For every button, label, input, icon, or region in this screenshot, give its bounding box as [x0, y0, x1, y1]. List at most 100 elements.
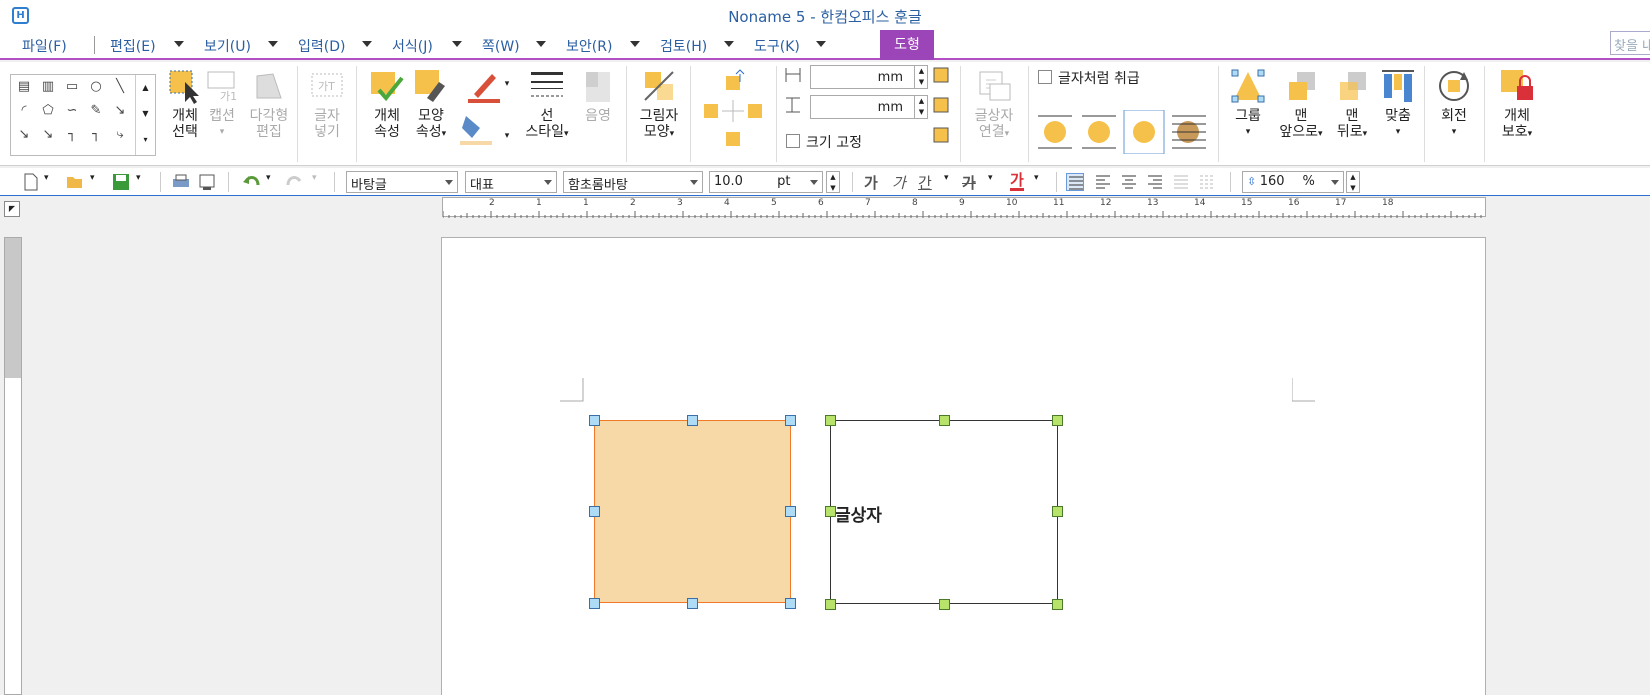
new-document-icon[interactable]	[22, 173, 40, 191]
protect-object-button[interactable]: 개체 보호▾	[1492, 68, 1542, 142]
align-left-icon[interactable]	[1094, 173, 1112, 191]
connector-elbow-icon[interactable]: ┐	[61, 125, 83, 145]
resize-handle[interactable]	[589, 415, 600, 426]
resize-handle[interactable]	[785, 598, 796, 609]
fill-color-dropdown[interactable]: ▾	[500, 126, 514, 144]
rectangle-shape[interactable]	[594, 420, 791, 603]
font-color-button[interactable]: 가	[1010, 172, 1024, 191]
resize-handle[interactable]	[825, 506, 836, 517]
connector-curve-icon[interactable]: ⤷	[109, 125, 131, 145]
zoom-spinner[interactable]: ▲ ▼	[1346, 171, 1360, 193]
redo-icon[interactable]	[286, 173, 304, 191]
rectangle-shape-icon[interactable]: ▭	[61, 77, 83, 97]
print-preview-icon[interactable]	[198, 173, 216, 191]
arc-shape-icon[interactable]: ◜	[13, 101, 35, 121]
language-select[interactable]: 대표	[465, 171, 557, 193]
menu-tools[interactable]: 도구(K)	[754, 36, 800, 56]
menu-format[interactable]: 서식(J)	[392, 36, 433, 56]
polygon-edit-button[interactable]: 다각형 편집	[246, 68, 292, 140]
line-style-button[interactable]: 선 스타일▾	[520, 68, 574, 142]
undo-icon[interactable]	[242, 173, 260, 191]
align-center-icon[interactable]	[1120, 173, 1138, 191]
find-input[interactable]: 찾을 내	[1610, 31, 1650, 55]
text-insert-button[interactable]: 가T 글자 넣기	[304, 68, 350, 140]
ellipse-shape-icon[interactable]: ○	[85, 77, 107, 97]
textbox-shape-icon[interactable]: ▤	[13, 77, 35, 97]
shape-props-button[interactable]: 모양 속성▾	[408, 68, 454, 142]
document-page[interactable]: 글상자	[441, 237, 1486, 695]
chevron-down-icon[interactable]	[174, 41, 184, 47]
height-input[interactable]: mm	[810, 95, 928, 119]
chevron-down-icon[interactable]: ▾	[988, 173, 998, 191]
connector-shape-icon[interactable]: ↘	[109, 101, 131, 121]
menu-insert[interactable]: 입력(D)	[298, 36, 345, 56]
save-icon[interactable]	[112, 173, 130, 191]
resize-handle[interactable]	[939, 415, 950, 426]
chevron-down-icon[interactable]	[630, 41, 640, 47]
curve-shape-icon[interactable]: ∽	[61, 101, 83, 121]
align-button[interactable]: 맞춤 ▾	[1378, 68, 1418, 140]
resize-handle[interactable]	[1052, 415, 1063, 426]
arrange-position-icon[interactable]	[696, 68, 772, 158]
menu-review[interactable]: 검토(H)	[660, 36, 707, 56]
resize-handle[interactable]	[1052, 506, 1063, 517]
menu-shape-tab[interactable]: 도형	[880, 30, 934, 60]
chevron-down-icon[interactable]	[724, 41, 734, 47]
picture-shape-button[interactable]: 그림자 모양▾	[634, 68, 684, 142]
chevron-down-icon[interactable]: ▾	[266, 173, 276, 191]
width-input[interactable]: mm	[810, 65, 928, 89]
style-select[interactable]: 바탕글	[346, 171, 458, 193]
menu-security[interactable]: 보안(R)	[566, 36, 612, 56]
menu-edit[interactable]: 편집(E)	[110, 36, 156, 56]
fill-color-button[interactable]	[456, 110, 496, 150]
connector-elbow-arrow-icon[interactable]: ┐	[85, 125, 107, 145]
textbox-shape[interactable]: 글상자	[830, 420, 1058, 604]
menu-file[interactable]: 파일(F)	[22, 36, 67, 56]
align-justify-icon[interactable]	[1066, 173, 1084, 191]
horizontal-ruler[interactable]: 2 1 1 2 3 4 5 6 7 8 9 10 11 12 13 14 15 16 17 18	[442, 197, 1486, 218]
zoom-select[interactable]: ⇳ 160%	[1242, 171, 1344, 193]
pen-shape-icon[interactable]: ✎	[85, 101, 107, 121]
barcode-shape-icon[interactable]: ▥	[37, 77, 59, 97]
chevron-down-icon[interactable]	[268, 41, 278, 47]
connector-arrow-icon[interactable]: ↘	[37, 125, 59, 145]
chevron-down-icon[interactable]: ▾	[44, 173, 54, 191]
chevron-down-icon[interactable]	[816, 41, 826, 47]
height-spinner[interactable]: ▲ ▼	[914, 96, 928, 118]
resize-handle[interactable]	[939, 599, 950, 610]
shape-gallery[interactable]: ▤ ▥ ▭ ○ ╲ ◜ ⬠ ∽ ✎ ↘ ↘ ↘ ┐ ┐ ⤷ ▲ ▼ ▾	[10, 74, 156, 156]
chevron-down-icon[interactable]: ▾	[1034, 173, 1044, 191]
chevron-down-icon[interactable]	[452, 41, 462, 47]
bold-button[interactable]: 가	[864, 172, 878, 193]
gallery-scroll[interactable]: ▲ ▼ ▾	[135, 75, 155, 155]
print-icon[interactable]	[172, 173, 190, 191]
chevron-down-icon[interactable]: ▾	[312, 173, 322, 191]
resize-handle[interactable]	[785, 506, 796, 517]
resize-handle[interactable]	[589, 506, 600, 517]
resize-handle[interactable]	[825, 415, 836, 426]
resize-handle[interactable]	[687, 598, 698, 609]
line-shape-icon[interactable]: ╲	[109, 77, 131, 97]
chevron-down-icon[interactable]: ▾	[136, 173, 146, 191]
menu-page[interactable]: 쪽(W)	[482, 36, 520, 56]
resize-handle[interactable]	[825, 599, 836, 610]
resize-handle[interactable]	[687, 415, 698, 426]
italic-button[interactable]: 가	[892, 172, 906, 193]
caption-button[interactable]: 가1 캡션 ▾	[202, 68, 242, 140]
line-color-dropdown[interactable]: ▾	[500, 74, 514, 92]
bring-front-button[interactable]: 맨 앞으로▾	[1276, 68, 1326, 142]
send-back-button[interactable]: 맨 뒤로▾	[1330, 68, 1374, 142]
chevron-down-icon[interactable]: ▾	[944, 173, 954, 191]
rotate-button[interactable]: 회전 ▾	[1432, 68, 1476, 140]
width-spinner[interactable]: ▲ ▼	[914, 66, 928, 88]
treat-as-char-checkbox[interactable]	[1038, 70, 1052, 84]
chevron-down-icon[interactable]	[536, 41, 546, 47]
group-button[interactable]: 그룹 ▾	[1226, 68, 1270, 140]
connector-straight-icon[interactable]: ↘	[13, 125, 35, 145]
font-select[interactable]: 함초롬바탕	[563, 171, 703, 193]
align-right-icon[interactable]	[1146, 173, 1164, 191]
text-wrap-gallery[interactable]	[1036, 109, 1212, 155]
font-size-spinner[interactable]: ▲ ▼	[826, 171, 840, 193]
size-fixed-checkbox[interactable]	[786, 134, 800, 148]
open-folder-icon[interactable]	[66, 173, 84, 191]
